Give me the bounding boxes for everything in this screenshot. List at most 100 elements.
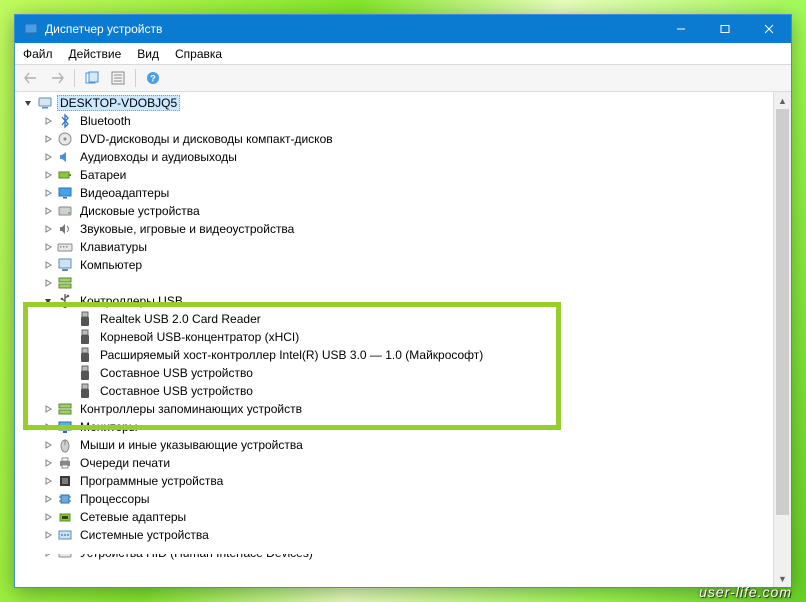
expander-icon[interactable]	[41, 276, 55, 290]
monitor-icon	[57, 419, 73, 435]
tree-node-label: Системные устройства	[77, 527, 212, 543]
storage-icon	[57, 275, 73, 291]
tree-node[interactable]	[15, 274, 773, 292]
tree-node-label: Realtek USB 2.0 Card Reader	[97, 311, 264, 327]
tree-node[interactable]: Компьютер	[15, 256, 773, 274]
tree-node-usb-child[interactable]: Realtek USB 2.0 Card Reader	[15, 310, 773, 328]
tree-node-label: Батареи	[77, 167, 129, 183]
tree-node-usb-child[interactable]: Корневой USB-концентратор (xHCI)	[15, 328, 773, 346]
tree-node[interactable]: Сетевые адаптеры	[15, 508, 773, 526]
close-button[interactable]	[747, 15, 791, 43]
expander-icon[interactable]	[41, 240, 55, 254]
audio-icon	[57, 149, 73, 165]
tree-node-usb[interactable]: Контроллеры USB	[15, 292, 773, 310]
scroll-up-button[interactable]: ▲	[774, 92, 791, 109]
expander-icon[interactable]	[41, 258, 55, 272]
tree-node[interactable]: Батареи	[15, 166, 773, 184]
tree-node-label: Контроллеры USB	[77, 293, 186, 309]
tree-node[interactable]: Звуковые, игровые и видеоустройства	[15, 220, 773, 238]
minimize-button[interactable]	[659, 15, 703, 43]
tree-node-usb-child[interactable]: Составное USB устройство	[15, 382, 773, 400]
maximize-button[interactable]	[703, 15, 747, 43]
tree-node-label: Устройства HID (Human Interface Devices)	[77, 545, 316, 561]
tree-node[interactable]: Дисковые устройства	[15, 202, 773, 220]
sound-icon	[57, 221, 73, 237]
hid-icon	[57, 545, 73, 561]
tree-node-label: Видеоадаптеры	[77, 185, 172, 201]
expander-icon[interactable]	[41, 294, 55, 308]
tree-node[interactable]: Контроллеры запоминающих устройств	[15, 400, 773, 418]
battery-icon	[57, 167, 73, 183]
expander-icon[interactable]	[41, 132, 55, 146]
tree-node-label: DESKTOP-VDOBJQ5	[57, 95, 180, 111]
tree-node[interactable]: Программные устройства	[15, 472, 773, 490]
menu-help[interactable]: Справка	[167, 45, 230, 63]
keyboard-icon	[57, 239, 73, 255]
expander-icon[interactable]	[41, 402, 55, 416]
tree-node[interactable]: Видеоадаптеры	[15, 184, 773, 202]
vertical-scrollbar[interactable]: ▲ ▼	[773, 92, 791, 587]
show-hidden-button[interactable]	[80, 66, 104, 90]
usbdev-icon	[77, 329, 93, 345]
tree-node-usb-child[interactable]: Составное USB устройство	[15, 364, 773, 382]
properties-button[interactable]	[106, 66, 130, 90]
expander-icon[interactable]	[41, 528, 55, 542]
expander-icon[interactable]	[61, 312, 75, 326]
expander-icon[interactable]	[41, 204, 55, 218]
expander-icon[interactable]	[41, 114, 55, 128]
mouse-icon	[57, 437, 73, 453]
usb-icon	[57, 293, 73, 309]
tree-node[interactable]: Bluetooth	[15, 112, 773, 130]
expander-icon[interactable]	[41, 420, 55, 434]
device-manager-window: Диспетчер устройств Файл Действие Вид Сп…	[14, 14, 792, 588]
tree-node-label: Составное USB устройство	[97, 365, 256, 381]
svg-text:?: ?	[150, 74, 156, 84]
scroll-thumb[interactable]	[776, 109, 789, 515]
help-button[interactable]: ?	[141, 66, 165, 90]
tree-node[interactable]: Клавиатуры	[15, 238, 773, 256]
tree-node-label: Составное USB устройство	[97, 383, 256, 399]
device-tree[interactable]: DESKTOP-VDOBJQ5 Bluetooth DVD-дисководы …	[15, 92, 773, 587]
expander-icon[interactable]	[21, 96, 35, 110]
menu-view[interactable]: Вид	[129, 45, 167, 63]
expander-icon[interactable]	[41, 186, 55, 200]
expander-icon[interactable]	[41, 546, 55, 560]
usbdev-icon	[77, 365, 93, 381]
expander-icon[interactable]	[61, 384, 75, 398]
window-title: Диспетчер устройств	[45, 22, 659, 36]
tree-node[interactable]: Аудиовходы и аудиовыходы	[15, 148, 773, 166]
toolbar: ?	[15, 65, 791, 92]
tree-node[interactable]: DVD-дисководы и дисководы компакт-дисков	[15, 130, 773, 148]
tree-node[interactable]: Устройства HID (Human Interface Devices)	[15, 544, 773, 562]
tree-node[interactable]: Процессоры	[15, 490, 773, 508]
tree-node-label: Расширяемый хост-контроллер Intel(R) USB…	[97, 347, 486, 363]
expander-icon[interactable]	[41, 510, 55, 524]
tree-node-label: Контроллеры запоминающих устройств	[77, 401, 305, 417]
tree-node-label: Компьютер	[77, 257, 145, 273]
tree-node[interactable]: Мониторы	[15, 418, 773, 436]
titlebar[interactable]: Диспетчер устройств	[15, 15, 791, 43]
expander-icon[interactable]	[41, 168, 55, 182]
app-icon	[23, 21, 39, 37]
usbdev-icon	[77, 383, 93, 399]
tree-node[interactable]: Очереди печати	[15, 454, 773, 472]
back-button[interactable]	[19, 66, 43, 90]
expander-icon[interactable]	[61, 348, 75, 362]
scroll-track[interactable]	[774, 109, 791, 570]
tree-node[interactable]: Системные устройства	[15, 526, 773, 544]
tree-root[interactable]: DESKTOP-VDOBJQ5	[15, 94, 773, 112]
menu-action[interactable]: Действие	[61, 45, 130, 63]
expander-icon[interactable]	[61, 330, 75, 344]
expander-icon[interactable]	[41, 222, 55, 236]
forward-button[interactable]	[45, 66, 69, 90]
expander-icon[interactable]	[41, 150, 55, 164]
menu-file[interactable]: Файл	[15, 45, 61, 63]
expander-icon[interactable]	[41, 438, 55, 452]
expander-icon[interactable]	[41, 456, 55, 470]
tree-node-usb-child[interactable]: Расширяемый хост-контроллер Intel(R) USB…	[15, 346, 773, 364]
tree-node[interactable]: Мыши и иные указывающие устройства	[15, 436, 773, 454]
window-buttons	[659, 15, 791, 43]
expander-icon[interactable]	[41, 492, 55, 506]
expander-icon[interactable]	[61, 366, 75, 380]
expander-icon[interactable]	[41, 474, 55, 488]
